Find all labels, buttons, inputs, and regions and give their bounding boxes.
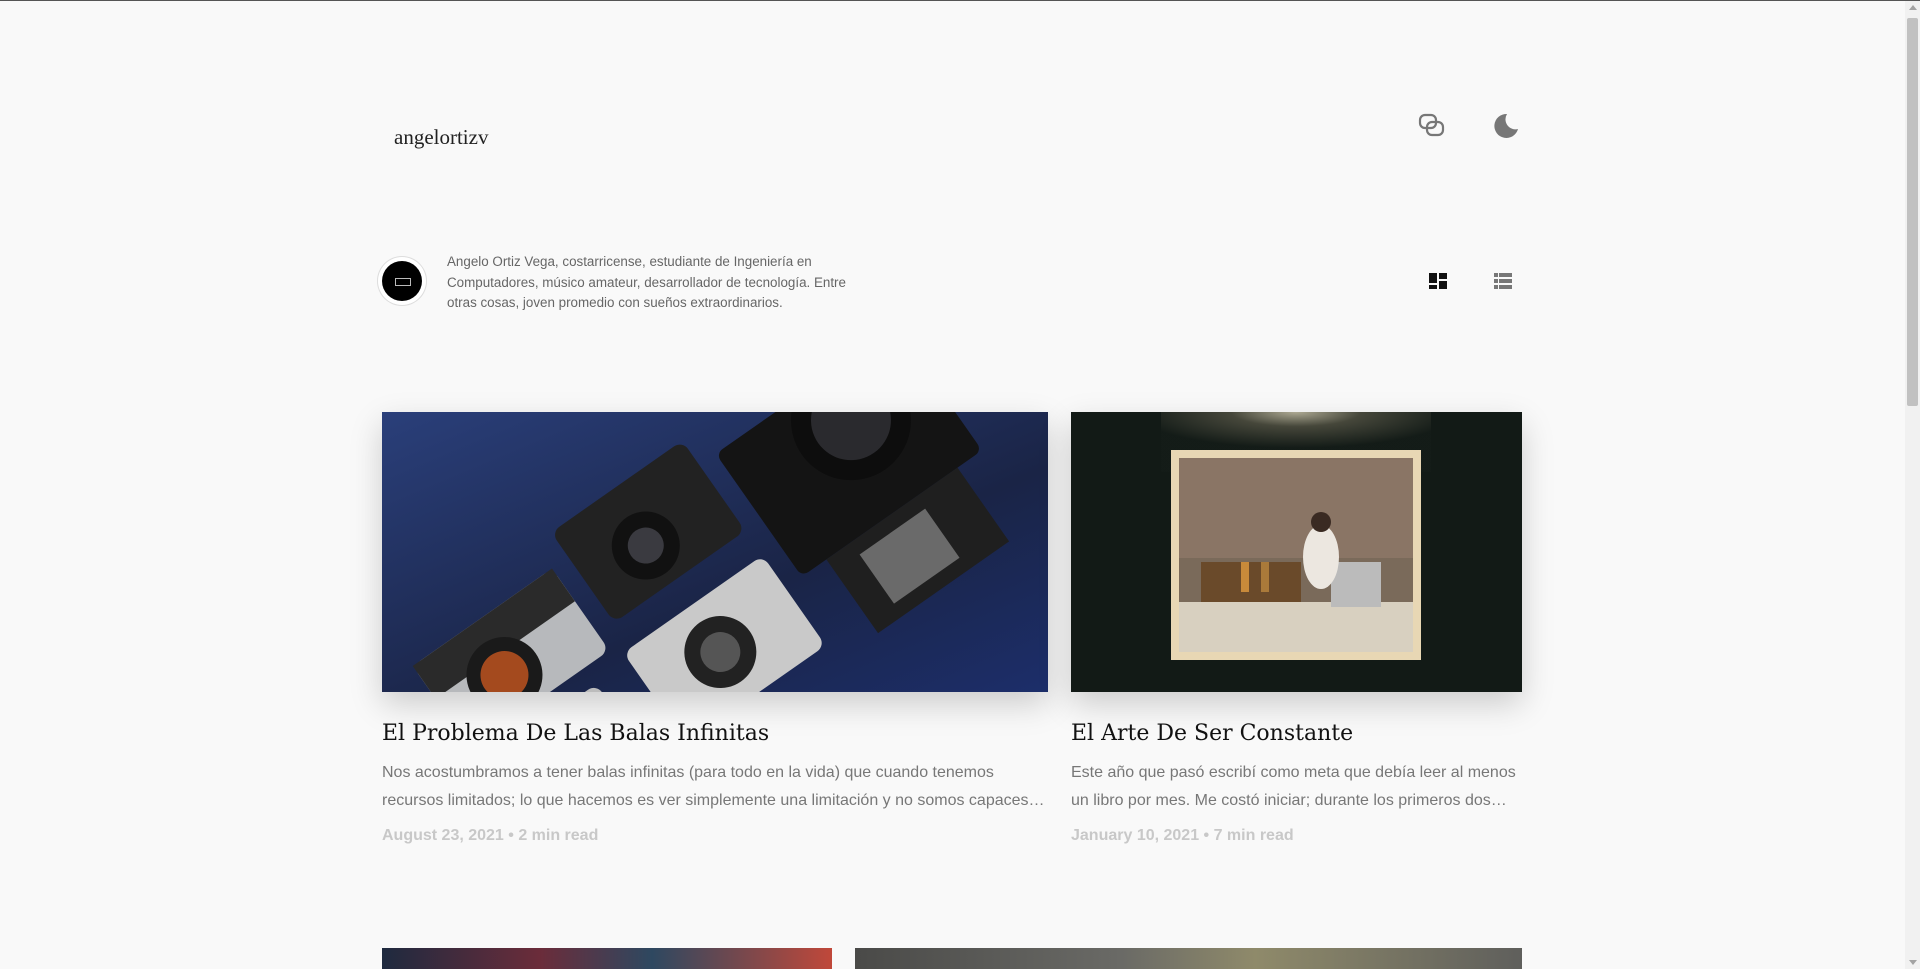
scroll-up-icon[interactable] <box>1909 5 1917 10</box>
vertical-scrollbar[interactable] <box>1905 1 1920 969</box>
scrollbar-thumb[interactable] <box>1907 18 1918 406</box>
list-view-icon[interactable] <box>1493 272 1513 290</box>
post-title[interactable]: El Problema De Las Balas Infinitas <box>382 721 769 746</box>
window-top-border <box>0 0 1920 1</box>
post-image-cameras[interactable] <box>382 412 1048 692</box>
post-image-kitchen-window[interactable] <box>1071 412 1522 692</box>
site-title[interactable]: angelortizv <box>394 125 488 150</box>
avatar-logo-mark <box>395 278 411 286</box>
post-meta: January 10, 2021 • 7 min read <box>1071 827 1294 844</box>
avatar <box>378 257 426 305</box>
post-excerpt: Este año que pasó escribí como meta que … <box>1071 764 1516 809</box>
post-meta: August 23, 2021 • 2 min read <box>382 827 599 844</box>
grid-view-icon[interactable] <box>1428 272 1448 290</box>
theme-toggle-icon[interactable] <box>1417 112 1447 140</box>
post-title[interactable]: El Arte De Ser Constante <box>1071 721 1353 746</box>
moon-icon[interactable] <box>1491 112 1519 140</box>
profile-bio: Angelo Ortiz Vega, costarricense, estudi… <box>447 254 846 310</box>
post-excerpt: Nos acostumbramos a tener balas infinita… <box>382 764 1045 809</box>
scroll-down-icon[interactable] <box>1909 960 1917 965</box>
avatar-image <box>382 261 422 301</box>
post-image-partial[interactable] <box>855 948 1522 969</box>
post-image-partial[interactable] <box>382 948 832 969</box>
